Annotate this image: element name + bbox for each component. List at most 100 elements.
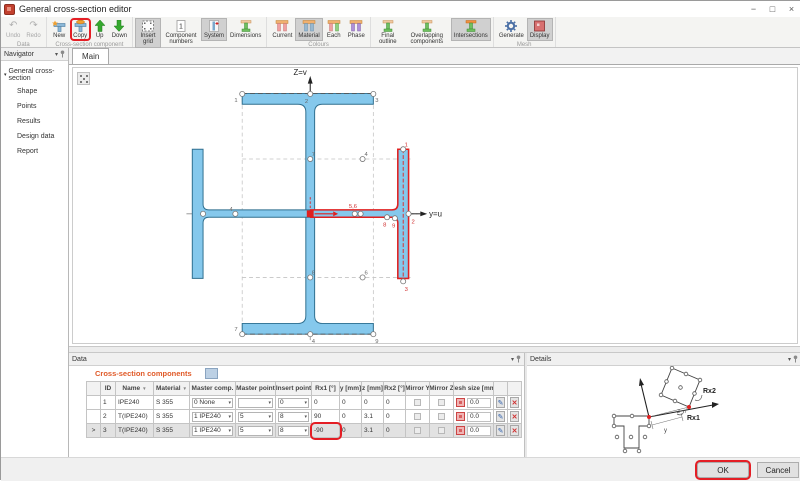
master-comp-dropdown[interactable]: 0 None▾ <box>192 398 233 408</box>
mesh-colour-button[interactable] <box>456 412 465 421</box>
edit-row-button[interactable]: ✎ <box>496 425 505 436</box>
col-master-point[interactable]: Master point <box>236 382 276 396</box>
z-field[interactable]: 3.1 <box>362 424 384 438</box>
redo-button[interactable]: ↷ Redo <box>23 18 43 41</box>
cross-section-drawing[interactable]: Z=v y=u 1 2 3 <box>73 68 797 343</box>
rx2-field[interactable]: 0 <box>384 396 406 410</box>
mirror-z-checkbox[interactable] <box>438 413 445 420</box>
delete-row-button[interactable]: ✕ <box>510 425 519 436</box>
horizontal-splitter[interactable] <box>69 346 800 353</box>
pin-icon[interactable] <box>793 355 798 363</box>
nav-item-general-cross-section[interactable]: ▾ General cross-section <box>1 66 68 84</box>
table-settings-button[interactable] <box>205 368 218 379</box>
tab-main[interactable]: Main <box>72 48 109 64</box>
colour-current-button[interactable]: Current <box>269 18 295 41</box>
move-up-button[interactable]: Up <box>91 18 109 41</box>
mirror-z-checkbox[interactable] <box>438 427 445 434</box>
nav-item-report[interactable]: Report <box>1 144 68 159</box>
col-material[interactable]: Material▼ <box>154 382 190 396</box>
overlapping-components-button[interactable]: Overlapping components <box>403 18 451 48</box>
y-field[interactable]: 0 <box>340 410 362 424</box>
y-field[interactable]: 0 <box>340 424 362 438</box>
panel-dropdown-icon[interactable]: ▾ <box>55 51 58 58</box>
colour-phase-button[interactable]: Phase <box>345 18 368 41</box>
new-component-button[interactable]: New <box>49 18 70 41</box>
rx1-field-annotated[interactable]: -90 <box>312 424 340 438</box>
insert-grid-button[interactable]: Insert grid <box>135 18 161 48</box>
col-z[interactable]: z [mm] <box>362 382 384 396</box>
insert-point-dropdown[interactable]: 8▾ <box>278 426 309 436</box>
master-comp-dropdown[interactable]: 1 IPE240▾ <box>192 412 233 422</box>
colour-material-button[interactable]: Material <box>295 18 322 41</box>
table-row[interactable]: 1 IPE240 S 355 0 None▾ ▾ 0▾ 0 0 0 0 0.0 … <box>87 396 522 410</box>
insert-point-dropdown[interactable]: 0▾ <box>278 398 309 408</box>
move-down-button[interactable]: Down <box>109 18 130 41</box>
mirror-y-checkbox[interactable] <box>414 413 421 420</box>
panel-dropdown-icon[interactable]: ▾ <box>788 356 791 363</box>
mirror-y-checkbox[interactable] <box>414 427 421 434</box>
intersections-button[interactable]: Intersections <box>451 18 491 41</box>
col-master-comp[interactable]: Master comp. <box>190 382 236 396</box>
col-name[interactable]: Name▼ <box>116 382 154 396</box>
close-button[interactable]: × <box>782 2 800 16</box>
table-row-selected[interactable]: > 3 T(IPE240) S 355 1 IPE240▾ 5▾ 8▾ -90 … <box>87 424 522 438</box>
col-id[interactable]: ID <box>101 382 116 396</box>
maximize-button[interactable]: □ <box>763 2 782 16</box>
delete-row-button[interactable]: ✕ <box>510 397 519 408</box>
fit-view-button[interactable] <box>77 72 90 85</box>
mesh-size-field[interactable]: 0.0 <box>467 412 491 422</box>
component-t-left[interactable] <box>192 149 309 278</box>
colour-material-icon <box>301 20 317 32</box>
mirror-y-checkbox[interactable] <box>414 399 421 406</box>
nav-item-shape[interactable]: Shape <box>1 84 68 99</box>
dimensions-button[interactable]: Dimensions <box>227 18 264 41</box>
y-field[interactable]: 0 <box>340 396 362 410</box>
drawing-canvas[interactable]: Z=v y=u 1 2 3 <box>69 65 800 346</box>
nav-item-design-data[interactable]: Design data <box>1 129 68 144</box>
col-mirror-y[interactable]: Mirror Y <box>406 382 430 396</box>
mesh-colour-button[interactable] <box>456 426 465 435</box>
display-mesh-button[interactable]: Display <box>527 18 553 41</box>
tree-expanded-icon[interactable]: ▾ <box>4 72 7 78</box>
generate-mesh-button[interactable]: Generate <box>496 18 527 41</box>
edit-row-button[interactable]: ✎ <box>496 411 505 422</box>
col-mirror-z[interactable]: Mirror Z <box>430 382 454 396</box>
rx1-field[interactable]: 90 <box>312 410 340 424</box>
final-outline-button[interactable]: Final outline <box>373 18 403 48</box>
edit-row-button[interactable]: ✎ <box>496 397 505 408</box>
mesh-colour-button[interactable] <box>456 398 465 407</box>
panel-dropdown-icon[interactable]: ▾ <box>511 356 514 363</box>
rx2-field[interactable]: 0 <box>384 424 406 438</box>
col-insert-point[interactable]: Insert point <box>276 382 312 396</box>
mesh-size-field[interactable]: 0.0 <box>467 426 491 436</box>
nav-item-points[interactable]: Points <box>1 99 68 114</box>
insert-point-dropdown[interactable]: 8▾ <box>278 412 309 422</box>
cancel-button[interactable]: Cancel <box>757 462 799 478</box>
mesh-size-field[interactable]: 0.0 <box>467 398 491 408</box>
component-numbers-button[interactable]: 1 Component numbers <box>161 18 201 48</box>
col-rx2[interactable]: Rx2 [°] <box>384 382 406 396</box>
mirror-z-checkbox[interactable] <box>438 399 445 406</box>
table-row[interactable]: 2 T(IPE240) S 355 1 IPE240▾ 5▾ 8▾ 90 0 3… <box>87 410 522 424</box>
ok-button[interactable]: OK <box>697 462 749 478</box>
col-mesh-size[interactable]: Mesh size [mm] <box>454 382 494 396</box>
minimize-button[interactable]: − <box>744 2 763 16</box>
pin-icon[interactable] <box>516 355 521 363</box>
pin-icon[interactable] <box>60 50 65 58</box>
z-field[interactable]: 3.1 <box>362 410 384 424</box>
master-comp-dropdown[interactable]: 1 IPE240▾ <box>192 426 233 436</box>
undo-button[interactable]: ↶ Undo <box>3 18 23 41</box>
rx2-field[interactable]: 0 <box>384 410 406 424</box>
master-point-dropdown[interactable]: ▾ <box>238 398 273 408</box>
col-rx1[interactable]: Rx1 [°] <box>312 382 340 396</box>
master-point-dropdown[interactable]: 5▾ <box>238 412 273 422</box>
master-point-dropdown[interactable]: 5▾ <box>238 426 273 436</box>
system-button[interactable]: System <box>201 18 227 41</box>
delete-row-button[interactable]: ✕ <box>510 411 519 422</box>
copy-component-button[interactable]: Copy <box>70 18 91 41</box>
nav-item-results[interactable]: Results <box>1 114 68 129</box>
colour-each-button[interactable]: Each <box>323 18 345 41</box>
col-y[interactable]: y [mm] <box>340 382 362 396</box>
rx1-field[interactable]: 0 <box>312 396 340 410</box>
z-field[interactable]: 0 <box>362 396 384 410</box>
